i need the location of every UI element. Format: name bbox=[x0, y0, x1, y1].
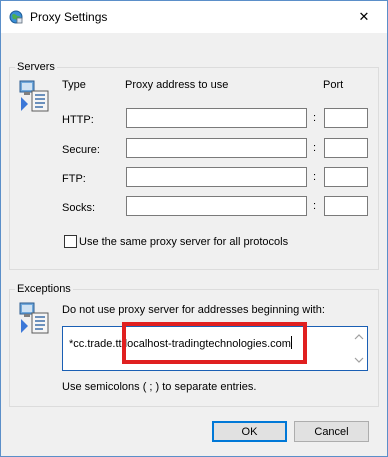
type-column-header: Type bbox=[62, 79, 86, 91]
scroll-down-icon[interactable] bbox=[354, 356, 364, 364]
socks-label: Socks: bbox=[62, 202, 96, 214]
exceptions-value: *cc.trade.tt;localhost-tradingtechnologi… bbox=[69, 336, 292, 350]
same-proxy-label[interactable]: Use the same proxy server for all protoc… bbox=[79, 235, 288, 249]
servers-legend: Servers bbox=[15, 60, 57, 74]
title-bar: Proxy Settings ✕ bbox=[1, 1, 387, 33]
ok-button[interactable]: OK bbox=[212, 421, 287, 442]
ftp-address-input[interactable] bbox=[126, 167, 307, 187]
ftp-label: FTP: bbox=[62, 173, 86, 185]
exceptions-hint: Use semicolons ( ; ) to separate entries… bbox=[62, 381, 257, 393]
secure-address-input[interactable] bbox=[126, 138, 307, 158]
http-port-input[interactable] bbox=[324, 108, 368, 128]
exceptions-legend: Exceptions bbox=[15, 282, 73, 296]
socks-separator: : bbox=[313, 200, 317, 212]
same-proxy-checkbox[interactable] bbox=[64, 235, 77, 248]
exceptions-description: Do not use proxy server for addresses be… bbox=[62, 304, 325, 316]
cancel-button[interactable]: Cancel bbox=[294, 421, 369, 442]
port-column-header: Port bbox=[323, 79, 344, 91]
network-computer-icon bbox=[19, 302, 49, 334]
exceptions-textarea[interactable]: *cc.trade.tt;localhost-tradingtechnologi… bbox=[62, 326, 368, 371]
http-label: HTTP: bbox=[62, 114, 94, 126]
ftp-separator: : bbox=[313, 171, 317, 183]
http-separator: : bbox=[313, 112, 317, 124]
http-address-input[interactable] bbox=[126, 108, 307, 128]
proxy-settings-dialog: Proxy Settings ✕ Servers Type Proxy addr… bbox=[0, 0, 388, 457]
close-button[interactable]: ✕ bbox=[341, 1, 387, 32]
scroll-up-icon[interactable] bbox=[354, 333, 364, 341]
network-computer-icon bbox=[19, 80, 49, 112]
address-column-header: Proxy address to use bbox=[125, 79, 229, 91]
secure-label: Secure: bbox=[62, 144, 100, 156]
socks-port-input[interactable] bbox=[324, 196, 368, 216]
ftp-port-input[interactable] bbox=[324, 167, 368, 187]
globe-network-icon bbox=[9, 10, 23, 24]
secure-separator: : bbox=[313, 142, 317, 154]
socks-address-input[interactable] bbox=[126, 196, 307, 216]
window-title: Proxy Settings bbox=[30, 10, 108, 24]
close-icon: ✕ bbox=[358, 8, 370, 24]
secure-port-input[interactable] bbox=[324, 138, 368, 158]
